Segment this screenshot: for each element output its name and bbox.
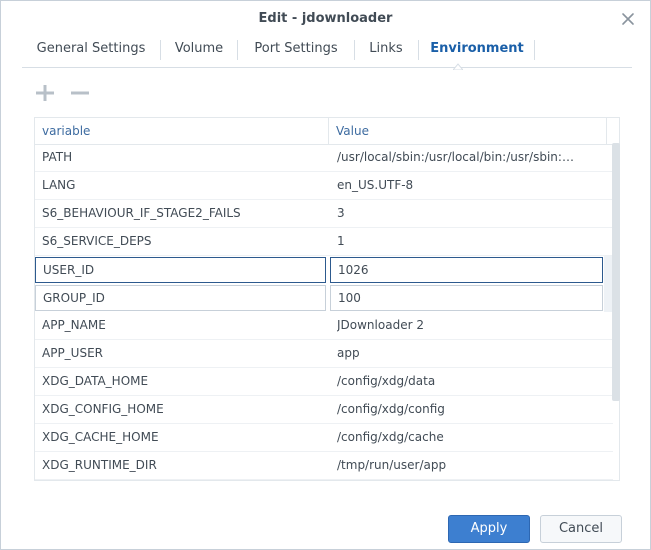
add-variable-button[interactable]	[34, 83, 56, 103]
edit-dialog: Edit - jdownloader General Settings Volu…	[0, 0, 651, 550]
value-cell: 1	[337, 234, 345, 248]
tab-divider	[354, 40, 355, 60]
column-divider	[606, 118, 607, 144]
value-cell: app	[337, 346, 360, 360]
tab-label: Links	[369, 41, 403, 56]
tab-label: Environment	[430, 41, 524, 56]
table-row-editing[interactable]: GROUP_ID 100	[35, 284, 613, 312]
variable-cell: XDG_DATA_HOME	[42, 374, 149, 388]
tab-bar: General Settings Volume Port Settings Li…	[22, 37, 632, 68]
tab-label: Port Settings	[254, 41, 338, 56]
value-cell: /usr/local/sbin:/usr/local/bin:/usr/sbin…	[337, 150, 577, 164]
value-edit-field[interactable]: 100	[330, 285, 603, 311]
table-row[interactable]: S6_SERVICE_DEPS 1	[35, 228, 613, 256]
value-edit-field[interactable]: 1026	[330, 257, 603, 283]
plus-icon	[34, 85, 56, 106]
column-header-value[interactable]: Value	[336, 118, 369, 144]
value-cell: /config/xdg/cache	[337, 430, 444, 444]
tab-general-settings[interactable]: General Settings	[28, 37, 154, 63]
tab-divider	[237, 40, 238, 60]
tab-links[interactable]: Links	[360, 37, 412, 63]
tab-label: Volume	[174, 41, 224, 56]
column-header-variable[interactable]: variable	[42, 118, 90, 144]
table-row[interactable]: XDG_CONFIG_HOME /config/xdg/config	[35, 396, 613, 424]
table-row[interactable]: S6_BEHAVIOUR_IF_STAGE2_FAILS 3	[35, 200, 613, 228]
variable-cell: APP_NAME	[42, 318, 106, 332]
tab-divider	[418, 40, 419, 60]
apply-button[interactable]: Apply	[448, 515, 530, 543]
table-row-editing[interactable]: USER_ID 1026	[35, 256, 613, 284]
value-cell: /tmp/run/user/app	[337, 458, 447, 472]
column-divider	[328, 118, 329, 144]
tab-port-settings[interactable]: Port Settings	[244, 37, 348, 63]
table-row[interactable]: PATH /usr/local/sbin:/usr/local/bin:/usr…	[35, 144, 613, 172]
value-cell: JDownloader 2	[337, 318, 424, 332]
table-row[interactable]: APP_USER app	[35, 340, 613, 368]
environment-grid: variable Value PATH /usr/local/sbin:/usr…	[34, 117, 620, 481]
variable-cell: PATH	[42, 150, 73, 164]
grid-scrollbar[interactable]	[612, 143, 620, 401]
table-row[interactable]: XDG_RUNTIME_DIR /tmp/run/user/app	[35, 452, 613, 480]
variable-cell: XDG_CONFIG_HOME	[42, 402, 164, 416]
variable-cell: S6_SERVICE_DEPS	[42, 234, 152, 248]
value-cell: /config/xdg/config	[337, 402, 445, 416]
value-cell: 3	[337, 206, 345, 220]
table-row[interactable]: XDG_DATA_HOME /config/xdg/data	[35, 368, 613, 396]
variable-edit-field[interactable]: USER_ID	[35, 257, 326, 283]
remove-variable-button[interactable]	[69, 83, 91, 103]
variable-cell: APP_USER	[42, 346, 104, 360]
tab-label: General Settings	[36, 41, 146, 56]
active-tab-pointer	[451, 59, 465, 71]
variable-cell: S6_BEHAVIOUR_IF_STAGE2_FAILS	[42, 206, 241, 220]
value-cell: /config/xdg/data	[337, 374, 436, 388]
variable-cell: XDG_CACHE_HOME	[42, 430, 159, 444]
cancel-button[interactable]: Cancel	[540, 515, 622, 543]
tab-divider	[160, 40, 161, 60]
variable-cell: LANG	[42, 178, 76, 192]
minus-icon	[69, 91, 91, 106]
dialog-title: Edit - jdownloader	[258, 11, 393, 26]
tab-divider	[534, 40, 535, 60]
grid-header: variable Value	[35, 118, 619, 145]
tab-environment[interactable]: Environment	[424, 37, 530, 63]
close-icon[interactable]	[620, 11, 636, 27]
value-cell: en_US.UTF-8	[337, 178, 414, 192]
table-row[interactable]: LANG en_US.UTF-8	[35, 172, 613, 200]
table-row[interactable]: XDG_CACHE_HOME /config/xdg/cache	[35, 424, 613, 452]
variable-cell: XDG_RUNTIME_DIR	[42, 458, 157, 472]
variable-edit-field[interactable]: GROUP_ID	[35, 285, 326, 311]
table-row[interactable]: APP_NAME JDownloader 2	[35, 312, 613, 340]
tab-volume[interactable]: Volume	[166, 37, 232, 63]
